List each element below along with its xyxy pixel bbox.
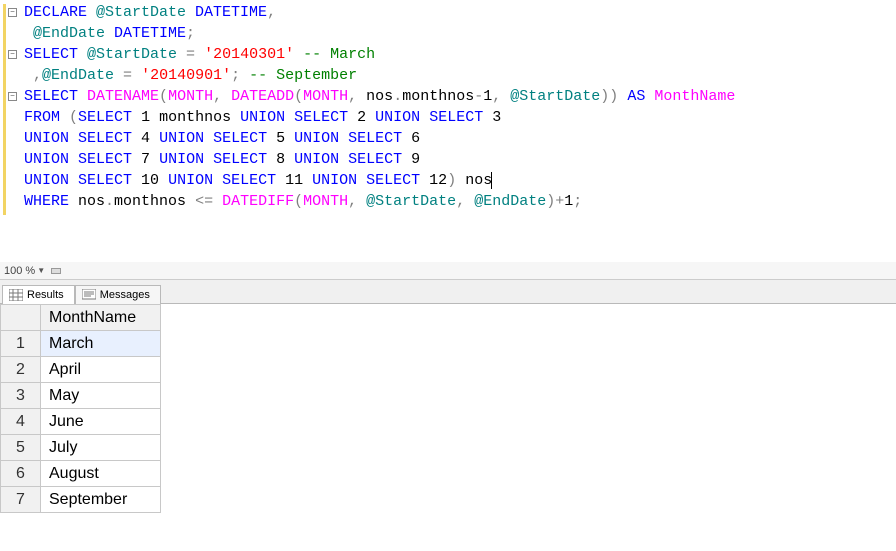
row-number[interactable]: 4 [1, 409, 41, 435]
cell-monthname[interactable]: May [41, 383, 161, 409]
fold-toggle-icon[interactable]: − [8, 92, 17, 101]
row-number[interactable]: 6 [1, 461, 41, 487]
table-row[interactable]: 6 August [1, 461, 161, 487]
cell-monthname[interactable]: August [41, 461, 161, 487]
sql-editor[interactable]: − − − DECLARE @StartDate DATETIME, @EndD… [0, 0, 896, 262]
messages-icon [82, 289, 96, 301]
table-row[interactable]: 1 March [1, 331, 161, 357]
table-row[interactable]: 2 April [1, 357, 161, 383]
tab-results[interactable]: Results [2, 285, 75, 304]
scroll-thumb-icon[interactable] [51, 268, 61, 274]
results-tabs: Results Messages [0, 280, 896, 304]
editor-gutter: − − − [0, 2, 20, 212]
row-number[interactable]: 1 [1, 331, 41, 357]
cell-monthname[interactable]: April [41, 357, 161, 383]
cell-monthname[interactable]: September [41, 487, 161, 513]
results-grid[interactable]: MonthName 1 March 2 April 3 May 4 June 5 [0, 304, 896, 547]
row-number[interactable]: 2 [1, 357, 41, 383]
fold-toggle-icon[interactable]: − [8, 50, 17, 59]
text-cursor [491, 172, 492, 189]
table-row[interactable]: 7 September [1, 487, 161, 513]
cell-monthname[interactable]: June [41, 409, 161, 435]
grid-icon [9, 289, 23, 301]
chevron-down-icon[interactable]: ▼ [37, 266, 45, 275]
zoom-level[interactable]: 100 % [4, 265, 35, 277]
row-number[interactable]: 7 [1, 487, 41, 513]
tab-messages[interactable]: Messages [75, 285, 161, 304]
code-text[interactable]: DECLARE @StartDate DATETIME, @EndDate DA… [20, 2, 735, 212]
tab-messages-label: Messages [100, 289, 150, 301]
row-number[interactable]: 5 [1, 435, 41, 461]
cell-monthname[interactable]: March [41, 331, 161, 357]
cell-monthname[interactable]: July [41, 435, 161, 461]
tab-results-label: Results [27, 289, 64, 301]
row-number[interactable]: 3 [1, 383, 41, 409]
table-header-row: MonthName [1, 305, 161, 331]
zoom-bar: 100 % ▼ [0, 262, 896, 280]
fold-toggle-icon[interactable]: − [8, 8, 17, 17]
column-header-monthname[interactable]: MonthName [41, 305, 161, 331]
table-row[interactable]: 3 May [1, 383, 161, 409]
table-row[interactable]: 5 July [1, 435, 161, 461]
row-selector-corner[interactable] [1, 305, 41, 331]
table-row[interactable]: 4 June [1, 409, 161, 435]
